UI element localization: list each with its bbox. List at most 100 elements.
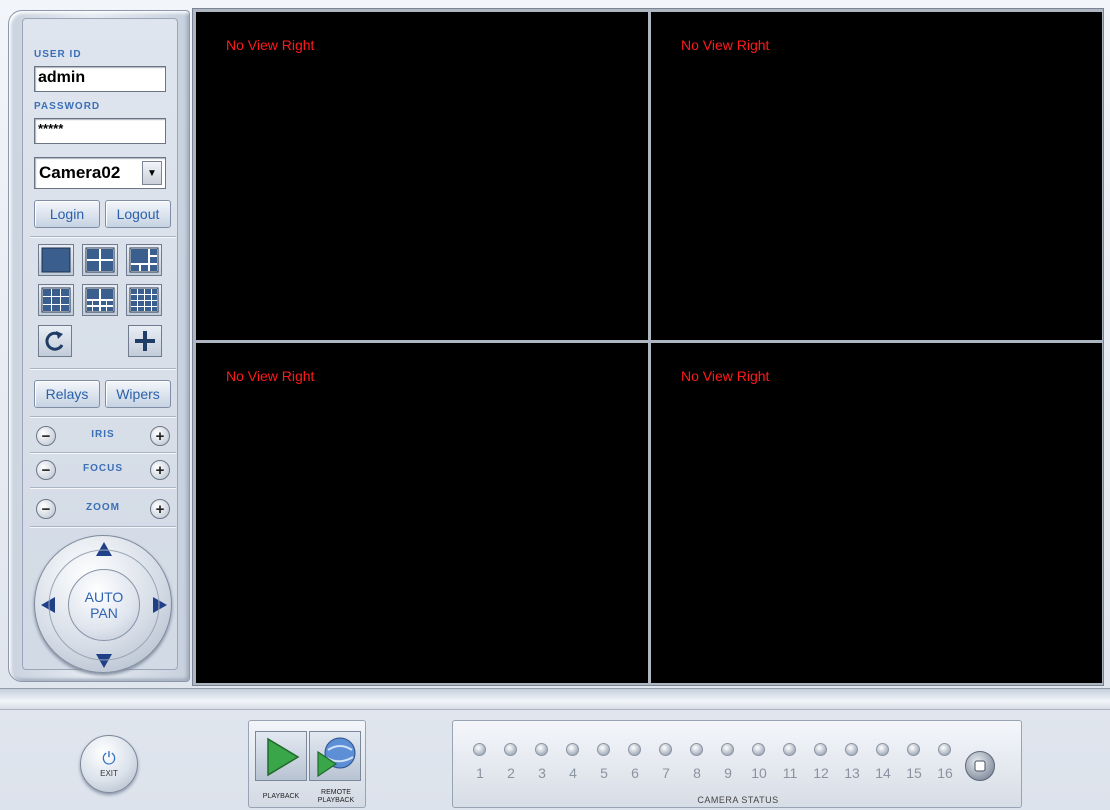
auto-pan-label-2: PAN: [90, 605, 118, 621]
focus-row: − FOCUS +: [30, 455, 176, 485]
ptz-dial: AUTO PAN: [34, 535, 172, 673]
video-pane-2[interactable]: No View Right: [651, 12, 1102, 340]
auto-pan-label-1: AUTO: [84, 589, 124, 605]
divider: [30, 452, 176, 454]
video-pane-1[interactable]: No View Right: [196, 12, 648, 340]
layout-six-icon: [129, 247, 159, 273]
chevron-down-icon[interactable]: ▼: [142, 161, 162, 185]
layout-quad-icon: [85, 247, 115, 273]
layout-6-button[interactable]: [126, 244, 162, 276]
globe-play-icon: [317, 737, 356, 778]
remote-playback-label: REMOTE PLAYBACK: [317, 789, 355, 804]
camera-status-title: CAMERA STATUS: [697, 795, 779, 805]
password-input[interactable]: *****: [34, 118, 166, 144]
wipers-button[interactable]: Wipers: [105, 380, 171, 408]
password-label: PASSWORD: [34, 101, 101, 112]
camera-status-led: [628, 743, 641, 756]
camera-status-led: [876, 743, 889, 756]
layout-sixteen-icon: [129, 287, 159, 313]
relays-button[interactable]: Relays: [34, 380, 100, 408]
divider: [30, 526, 176, 528]
pan-right-icon: [153, 597, 167, 613]
plus-icon: [135, 331, 155, 351]
refresh-icon: [45, 331, 64, 351]
camera-status-number: 16: [937, 765, 953, 781]
camera-select-value: Camera02: [39, 163, 121, 182]
divider: [30, 416, 176, 418]
status-settings-button[interactable]: [965, 751, 995, 781]
camera-status-led: [690, 743, 703, 756]
remote-playback-button[interactable]: [309, 731, 361, 781]
power-icon: ⏻: [102, 749, 116, 768]
camera-status-led: [752, 743, 765, 756]
playback-panel: PLAYBACK REMOTE PLAYBACK: [248, 720, 366, 808]
pan-left-icon: [41, 597, 55, 613]
layout-16-button[interactable]: [126, 284, 162, 316]
pan-down-icon: [96, 654, 112, 668]
camera-status-led: [938, 743, 951, 756]
camera-status-led: [659, 743, 672, 756]
video-grid: No View Right No View Right No View Righ…: [192, 8, 1104, 686]
camera-status-panel: 1 2 3 4 5 6 7 8 9 10 11 12 13 14 15 16 CAMERA STATUS: [452, 720, 1022, 808]
video-pane-4[interactable]: No View Right: [651, 343, 1102, 683]
camera-status-number: 6: [631, 765, 639, 781]
iris-row: − IRIS +: [30, 421, 176, 451]
camera-status-number: 1: [476, 765, 484, 781]
pane-message: No View Right: [226, 368, 315, 384]
play-icon: [267, 737, 300, 777]
exit-label: EXIT: [100, 769, 118, 778]
camera-status-number: 4: [569, 765, 577, 781]
camera-status-led: [845, 743, 858, 756]
camera-status-led: [721, 743, 734, 756]
pane-message: No View Right: [681, 368, 770, 384]
divider: [30, 236, 176, 238]
auto-pan-button[interactable]: AUTO PAN: [68, 569, 140, 641]
pane-message: No View Right: [226, 37, 315, 53]
camera-status-number: 7: [662, 765, 670, 781]
camera-status-led: [504, 743, 517, 756]
camera-status-number: 15: [906, 765, 922, 781]
camera-status-led: [814, 743, 827, 756]
video-pane-3[interactable]: No View Right: [196, 343, 648, 683]
pane-message: No View Right: [681, 37, 770, 53]
camera-status-number: 3: [538, 765, 546, 781]
logout-button[interactable]: Logout: [105, 200, 171, 228]
camera-status-led: [535, 743, 548, 756]
camera-status-led: [907, 743, 920, 756]
zoom-row: − ZOOM +: [30, 494, 176, 524]
login-button[interactable]: Login: [34, 200, 100, 228]
camera-status-number: 5: [600, 765, 608, 781]
zoom-plus-button[interactable]: +: [150, 499, 170, 519]
exit-button[interactable]: ⏻ EXIT: [80, 735, 138, 793]
camera-status-number: 13: [844, 765, 860, 781]
divider: [30, 368, 176, 370]
camera-status-number: 14: [875, 765, 891, 781]
layout-1-button[interactable]: [38, 244, 74, 276]
camera-status-number: 10: [751, 765, 767, 781]
refresh-button[interactable]: [38, 325, 72, 357]
layout-4-button[interactable]: [82, 244, 118, 276]
camera-select[interactable]: Camera02 ▼: [34, 157, 166, 189]
layout-ten-icon: [85, 287, 115, 313]
app-frame: USER ID admin PASSWORD ***** Camera02 ▼ …: [0, 0, 1110, 810]
playback-button[interactable]: [255, 731, 307, 781]
camera-status-led: [597, 743, 610, 756]
bottom-rail: [0, 688, 1110, 710]
divider: [30, 487, 176, 489]
camera-status-led: [566, 743, 579, 756]
add-button[interactable]: [128, 325, 162, 357]
user-id-label: USER ID: [34, 49, 82, 60]
layout-10-button[interactable]: [82, 284, 118, 316]
playback-label: PLAYBACK: [262, 793, 300, 800]
layout-9-button[interactable]: [38, 284, 74, 316]
camera-status-number: 8: [693, 765, 701, 781]
layout-single-icon: [41, 247, 71, 273]
focus-plus-button[interactable]: +: [150, 460, 170, 480]
user-id-input[interactable]: admin: [34, 66, 166, 92]
iris-plus-button[interactable]: +: [150, 426, 170, 446]
camera-status-number: 11: [782, 765, 798, 781]
camera-status-led: [783, 743, 796, 756]
camera-status-number: 12: [813, 765, 829, 781]
camera-status-number: 9: [724, 765, 732, 781]
square-icon: [974, 760, 986, 772]
